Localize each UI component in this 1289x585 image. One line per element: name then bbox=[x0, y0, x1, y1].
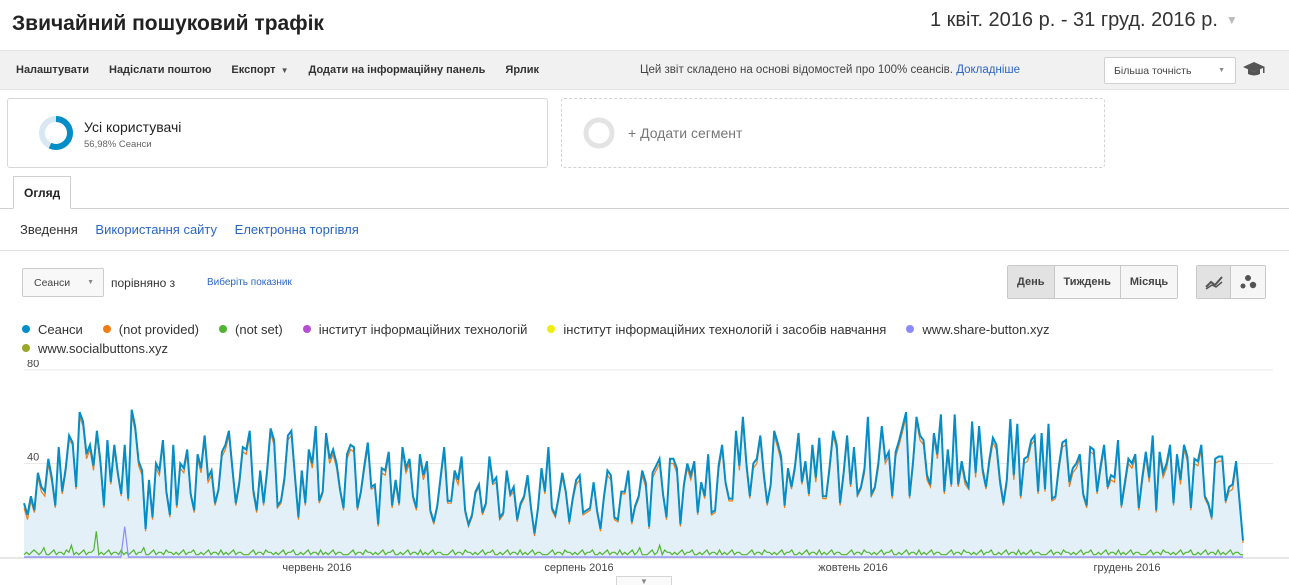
segment-share-ring bbox=[39, 116, 73, 150]
add-segment-button[interactable]: + Додати сегмент bbox=[561, 98, 1105, 168]
legend-dot-icon bbox=[22, 325, 30, 333]
sampling-note: Цей звіт складено на основі відомостей п… bbox=[640, 64, 1020, 76]
legend-dot-icon bbox=[302, 325, 311, 333]
precision-dropdown[interactable]: Більша точність ▼ bbox=[1104, 57, 1236, 84]
segment-share: 56,98% Сеанси bbox=[84, 139, 152, 150]
legend-dot-icon bbox=[547, 325, 556, 333]
segment-name: Усі користувачі bbox=[84, 119, 182, 135]
shortcut-button[interactable]: Ярлик bbox=[505, 64, 539, 76]
y-tick-label: 40 bbox=[27, 452, 39, 464]
legend-dot-icon bbox=[102, 325, 111, 333]
legend-label: інститут інформаційних технологій і засо… bbox=[563, 322, 887, 337]
x-tick-label: серпень 2016 bbox=[544, 562, 613, 574]
segment-card-all-users[interactable]: Усі користувачі 56,98% Сеанси bbox=[7, 98, 548, 168]
legend-item[interactable]: (not set) bbox=[219, 320, 283, 339]
export-label: Експорт bbox=[231, 64, 276, 76]
precision-label: Більша точність bbox=[1114, 64, 1192, 77]
customize-button[interactable]: Налаштувати bbox=[16, 64, 89, 76]
export-button[interactable]: Експорт ▼ bbox=[231, 64, 288, 76]
period-day-button[interactable]: День bbox=[1008, 266, 1054, 298]
page-title: Звичайний пошуковий трафік bbox=[12, 12, 324, 35]
legend-label: Сеанси bbox=[38, 322, 83, 337]
period-week-button[interactable]: Тиждень bbox=[1053, 266, 1120, 298]
legend-label: (not set) bbox=[235, 322, 283, 337]
legend-item[interactable]: інститут інформаційних технологій bbox=[302, 320, 528, 339]
series-area-sessions bbox=[24, 409, 1243, 557]
timeline-chart: 80 40 червень 2016 серпень 2016 жовтень 2016… bbox=[0, 360, 1289, 574]
legend-dot-icon bbox=[906, 325, 915, 333]
line-chart-view-button[interactable] bbox=[1197, 266, 1231, 298]
empty-segment-ring-icon bbox=[583, 117, 615, 149]
legend-dot-icon bbox=[219, 325, 228, 333]
period-month-button[interactable]: Місяць bbox=[1119, 266, 1178, 298]
x-tick-label: жовтень 2016 bbox=[818, 562, 887, 574]
metric-dropdown[interactable]: Сеанси ▼ bbox=[22, 268, 104, 297]
legend-dot-icon bbox=[22, 344, 30, 352]
legend-label: www.share-button.xyz bbox=[922, 322, 1050, 337]
chevron-down-icon: ▼ bbox=[1225, 13, 1238, 27]
period-switcher: День Тиждень Місяць bbox=[1007, 265, 1179, 299]
legend-item[interactable]: (not provided) bbox=[102, 320, 200, 339]
legend-label: інститут інформаційних технологій bbox=[318, 322, 528, 337]
compare-label: порівняно з bbox=[111, 276, 176, 290]
x-tick-label: грудень 2016 bbox=[1093, 562, 1160, 574]
graduation-cap-icon[interactable] bbox=[1242, 60, 1266, 78]
explorer-subnav: Зведення Використання сайту Електронна т… bbox=[20, 222, 373, 237]
legend-label: www.socialbuttons.xyz bbox=[38, 341, 169, 356]
subnav-ecommerce[interactable]: Електронна торгівля bbox=[235, 222, 359, 237]
pick-metric-link[interactable]: Виберіть показник bbox=[207, 277, 292, 288]
chart-view-switcher bbox=[1196, 265, 1266, 299]
chart-scroll-handle[interactable]: ▼ bbox=[616, 576, 672, 585]
line-chart-icon bbox=[1204, 276, 1223, 290]
bubble-chart-icon bbox=[1240, 275, 1257, 289]
legend-item[interactable]: інститут інформаційних технологій і засо… bbox=[547, 320, 886, 339]
sampling-note-text: Цей звіт складено на основі відомостей п… bbox=[640, 64, 953, 76]
subnav-divider bbox=[0, 250, 1289, 251]
subnav-site-usage[interactable]: Використання сайту bbox=[95, 222, 217, 237]
add-to-dashboard-button[interactable]: Додати на інформаційну панель bbox=[308, 64, 485, 76]
email-button[interactable]: Надіслати поштою bbox=[109, 64, 211, 76]
chart-legend: Сеанси (not provided) (not set) інститут ін… bbox=[22, 320, 1272, 358]
legend-label: (not provided) bbox=[118, 322, 200, 337]
add-segment-label: + Додати сегмент bbox=[628, 125, 743, 141]
subnav-summary[interactable]: Зведення bbox=[20, 222, 78, 237]
date-range-picker[interactable]: 1 квіт. 2016 р. - 31 груд. 2016 р. ▼ bbox=[930, 5, 1238, 35]
x-tick-label: червень 2016 bbox=[282, 562, 351, 574]
report-toolbar: Налаштувати Надіслати поштою Експорт ▼ До… bbox=[0, 50, 1289, 90]
metric-label: Сеанси bbox=[34, 276, 71, 289]
legend-item[interactable]: Сеанси bbox=[22, 320, 83, 339]
date-range-label: 1 квіт. 2016 р. - 31 груд. 2016 р. bbox=[930, 8, 1218, 31]
chevron-down-icon: ▼ bbox=[87, 279, 94, 286]
tab-divider bbox=[0, 208, 1289, 209]
legend-item[interactable]: www.share-button.xyz bbox=[906, 320, 1049, 339]
legend-item[interactable]: www.socialbuttons.xyz bbox=[22, 339, 168, 358]
chevron-down-icon: ▼ bbox=[280, 66, 289, 75]
learn-more-link[interactable]: Докладніше bbox=[956, 64, 1020, 76]
motion-chart-view-button[interactable] bbox=[1231, 266, 1265, 298]
chevron-down-icon: ▼ bbox=[1218, 67, 1225, 74]
y-tick-label: 80 bbox=[27, 360, 39, 370]
tab-overview[interactable]: Огляд bbox=[13, 176, 72, 209]
